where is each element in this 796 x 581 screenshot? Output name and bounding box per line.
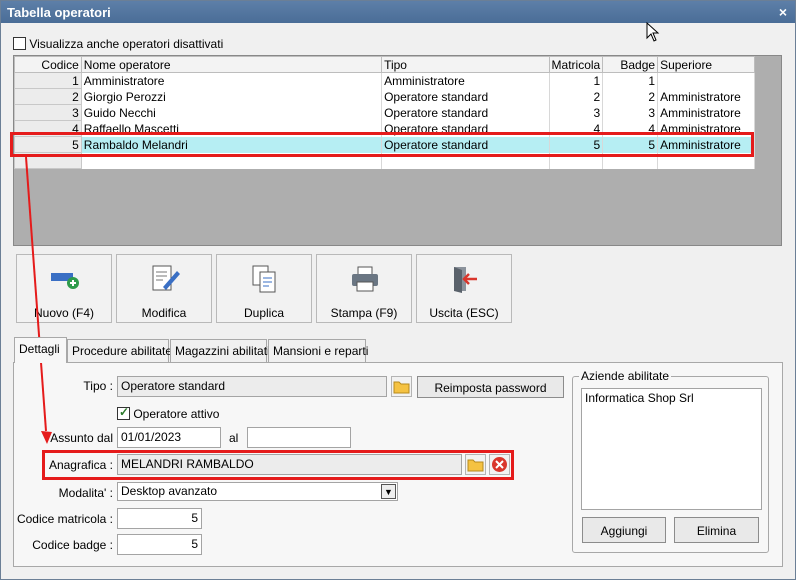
mouse-cursor-icon	[646, 22, 660, 42]
annotation-arrow	[25, 156, 52, 444]
tab-dettagli[interactable]: Dettagli	[14, 337, 67, 363]
operator-table-window: Tabella operatori × Visualizza anche ope…	[0, 0, 796, 580]
